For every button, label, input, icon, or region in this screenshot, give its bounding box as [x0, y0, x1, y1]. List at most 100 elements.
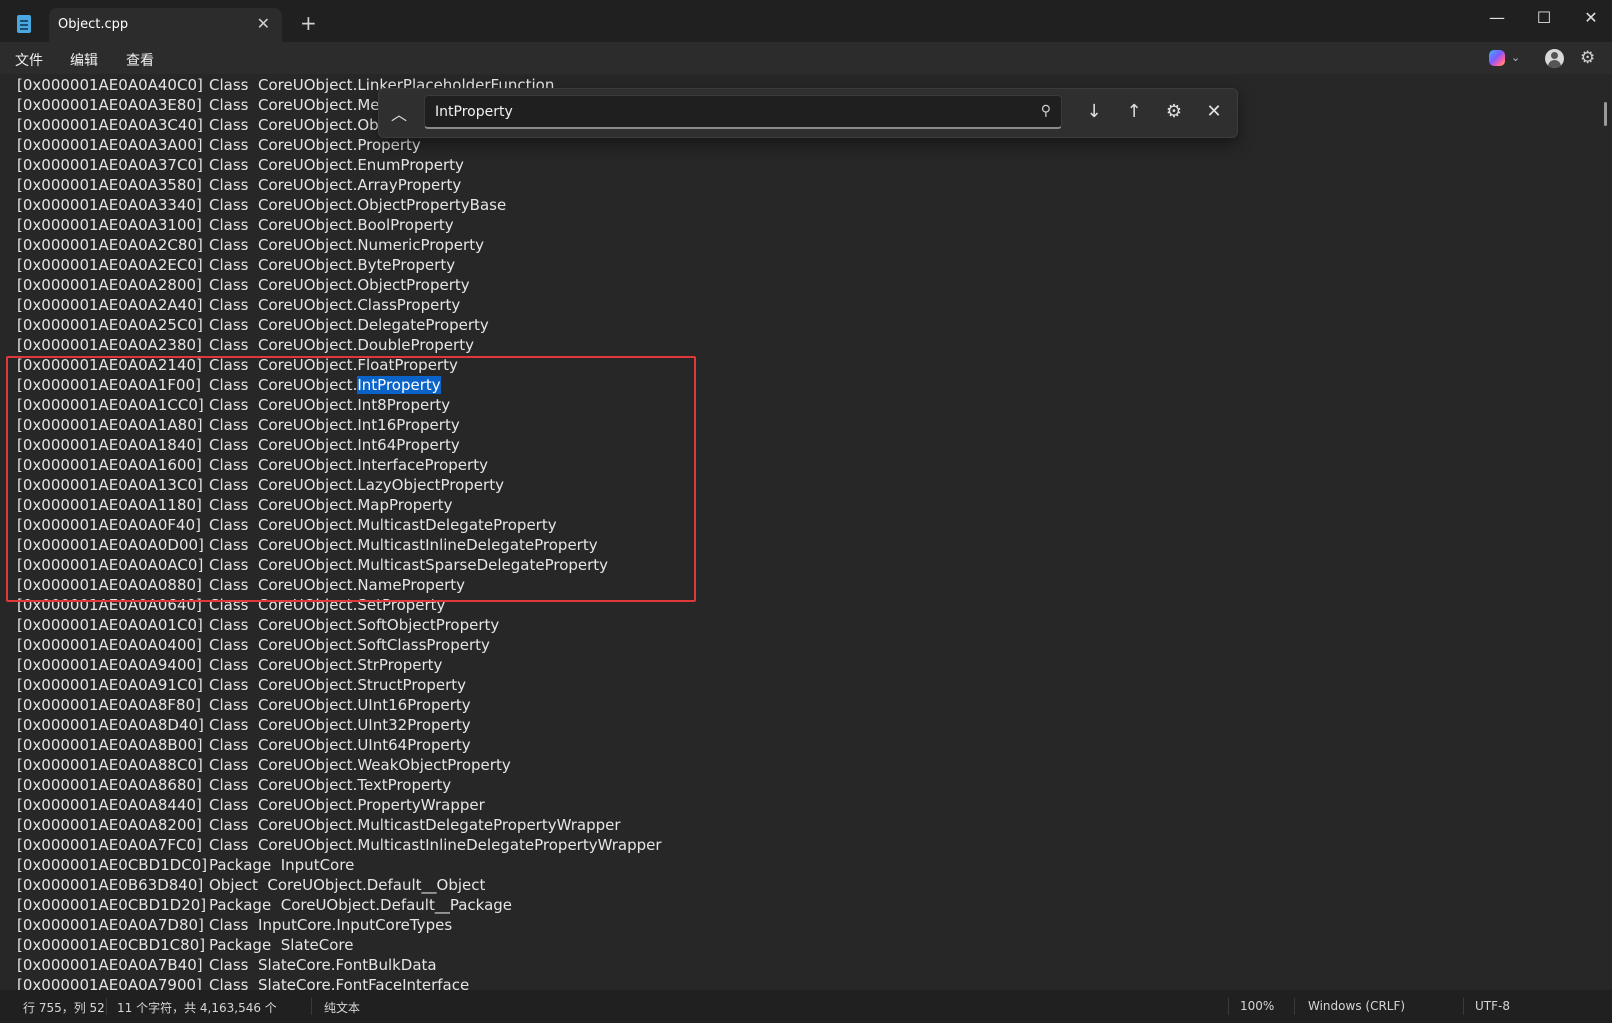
line-name: CoreUObject.Property [258, 136, 421, 154]
line-name: CoreUObject.UInt32Property [258, 716, 471, 734]
line-address: [0x000001AE0A0A8F80] [17, 696, 201, 714]
line-address: [0x000001AE0A0A2C80] [17, 236, 203, 254]
maximize-button[interactable]: ☐ [1532, 6, 1556, 30]
line-address: [0x000001AE0A0A3340] [17, 196, 202, 214]
find-previous-button[interactable]: ↑ [1121, 99, 1147, 125]
line-name: CoreUObject.MulticastSparseDelegatePrope… [258, 556, 609, 574]
line-name: CoreUObject.ArrayProperty [258, 176, 462, 194]
line-address: [0x000001AE0A0A2380] [17, 336, 202, 354]
line-kind: Class [209, 916, 249, 934]
line-name: InputCore.InputCoreTypes [258, 916, 453, 934]
collapse-icon[interactable]: ︿ [391, 101, 407, 125]
line-name: CoreUObject.LazyObjectProperty [258, 476, 504, 494]
status-divider [1294, 998, 1295, 1015]
tab-object-cpp[interactable]: Object.cpp ✕ [49, 8, 282, 42]
new-tab-button[interactable]: + [300, 13, 317, 33]
line-kind: Class [209, 216, 249, 234]
text-line: [0x000001AE0A0A7900] Class SlateCore.Font… [17, 975, 469, 990]
line-kind: Class [209, 416, 249, 434]
text-line: [0x000001AE0A0A0F40] Class CoreUObject.Mu… [17, 515, 557, 535]
line-name: CoreUObject.Default__Package [280, 896, 513, 914]
selection-count: 11 个字符，共 4,163,546 个 [117, 1001, 277, 1015]
line-kind: Class [209, 76, 249, 94]
line-address: [0x000001AE0A0A1A80] [17, 416, 203, 434]
line-kind: Class [209, 516, 249, 534]
menu-file[interactable]: 文件 [15, 50, 43, 70]
line-kind: Class [209, 716, 249, 734]
line-kind: Class [209, 176, 249, 194]
line-address: [0x000001AE0A0A2A40] [17, 296, 203, 314]
line-name: CoreUObject.NumericProperty [258, 236, 484, 254]
text-line: [0x000001AE0A0A9400] Class CoreUObject.St… [17, 655, 442, 675]
find-options-button[interactable]: ⚙ [1161, 99, 1187, 125]
line-address: [0x000001AE0A0A13C0] [17, 476, 203, 494]
line-address: [0x000001AE0A0A1600] [17, 456, 202, 474]
minimize-button[interactable]: — [1485, 6, 1509, 30]
text-line: [0x000001AE0CBD1DC0] Package InputCore [17, 855, 354, 875]
vertical-scrollbar[interactable] [1599, 74, 1612, 990]
text-line: [0x000001AE0A0A3340] Class CoreUObject.Ob… [17, 195, 506, 215]
line-kind: Class [209, 736, 249, 754]
line-kind: Package [209, 936, 272, 954]
text-line: [0x000001AE0A0A0AC0] Class CoreUObject.Mu… [17, 555, 608, 575]
close-window-button[interactable]: ✕ [1579, 6, 1603, 30]
text-line: [0x000001AE0A0A2380] Class CoreUObject.Do… [17, 335, 474, 355]
tab-close-icon[interactable]: ✕ [257, 14, 270, 33]
line-address: [0x000001AE0A0A3100] [17, 216, 202, 234]
text-editor[interactable]: [0x000001AE0A0A40C0] Class CoreUObject.Li… [0, 74, 1598, 990]
line-address: [0x000001AE0A0A8440] [17, 796, 202, 814]
line-address: [0x000001AE0A0A25C0] [17, 316, 203, 334]
line-name: CoreUObject.SoftObjectProperty [258, 616, 500, 634]
text-line: [0x000001AE0A0A8200] Class CoreUObject.Mu… [17, 815, 621, 835]
line-kind: Class [209, 476, 249, 494]
account-avatar[interactable] [1545, 49, 1564, 68]
line-kind: Class [209, 276, 249, 294]
file-format[interactable]: 纯文本 [324, 999, 360, 1016]
line-address: [0x000001AE0A0A0400] [17, 636, 202, 654]
menu-edit[interactable]: 编辑 [70, 50, 98, 70]
line-name: CoreUObject. [258, 376, 358, 394]
text-line: [0x000001AE0A0A8B00] Class CoreUObject.UI… [17, 735, 471, 755]
encoding[interactable]: UTF-8 [1475, 999, 1510, 1013]
copilot-icon[interactable] [1489, 50, 1505, 66]
text-line: [0x000001AE0A0A1CC0] Class CoreUObject.In… [17, 395, 450, 415]
line-address: [0x000001AE0A0A7B40] [17, 956, 203, 974]
zoom-level[interactable]: 100% [1240, 999, 1274, 1013]
gear-icon[interactable]: ⚙ [1580, 48, 1595, 68]
text-line: [0x000001AE0A0A7FC0] Class CoreUObject.Mu… [17, 835, 662, 855]
line-kind: Class [209, 576, 249, 594]
line-kind: Class [209, 656, 249, 674]
line-kind: Class [209, 396, 249, 414]
line-kind: Class [209, 156, 249, 174]
chevron-down-icon[interactable]: ⌄ [1511, 51, 1520, 64]
line-name: CoreUObject.NameProperty [258, 576, 466, 594]
line-name: CoreUObject.Int64Property [258, 436, 460, 454]
line-ending[interactable]: Windows (CRLF) [1308, 999, 1405, 1013]
search-icon[interactable]: ⚲ [1041, 103, 1051, 119]
line-kind: Class [209, 456, 249, 474]
line-address: [0x000001AE0A0A1CC0] [17, 396, 204, 414]
line-kind: Class [209, 696, 249, 714]
text-line: [0x000001AE0A0A1600] Class CoreUObject.In… [17, 455, 488, 475]
line-name: CoreUObject.Int16Property [258, 416, 460, 434]
line-kind: Object [209, 876, 258, 894]
line-name: CoreUObject.DelegateProperty [258, 316, 489, 334]
find-input[interactable]: IntProperty ⚲ [424, 95, 1062, 129]
line-address: [0x000001AE0CBD1DC0] [17, 856, 208, 874]
find-next-button[interactable]: ↓ [1081, 99, 1107, 125]
line-name: CoreUObject.Default__Object [267, 876, 486, 894]
find-close-button[interactable]: ✕ [1201, 99, 1227, 125]
line-address: [0x000001AE0A0A0880] [17, 576, 202, 594]
line-name: CoreUObject.MulticastDelegatePropertyWra… [258, 816, 621, 834]
line-address: [0x000001AE0B63D840] [17, 876, 204, 894]
text-line: [0x000001AE0A0A91C0] Class CoreUObject.St… [17, 675, 466, 695]
line-name: InputCore [280, 856, 355, 874]
line-address: [0x000001AE0A0A91C0] [17, 676, 203, 694]
scrollbar-thumb[interactable] [1604, 102, 1607, 126]
line-address: [0x000001AE0A0A0AC0] [17, 556, 204, 574]
line-kind: Class [209, 136, 249, 154]
menu-view[interactable]: 查看 [126, 50, 154, 70]
line-kind: Class [209, 636, 249, 654]
text-line: [0x000001AE0A0A0D00] Class CoreUObject.Mu… [17, 535, 598, 555]
text-line: [0x000001AE0A0A2A40] Class CoreUObject.Cl… [17, 295, 460, 315]
